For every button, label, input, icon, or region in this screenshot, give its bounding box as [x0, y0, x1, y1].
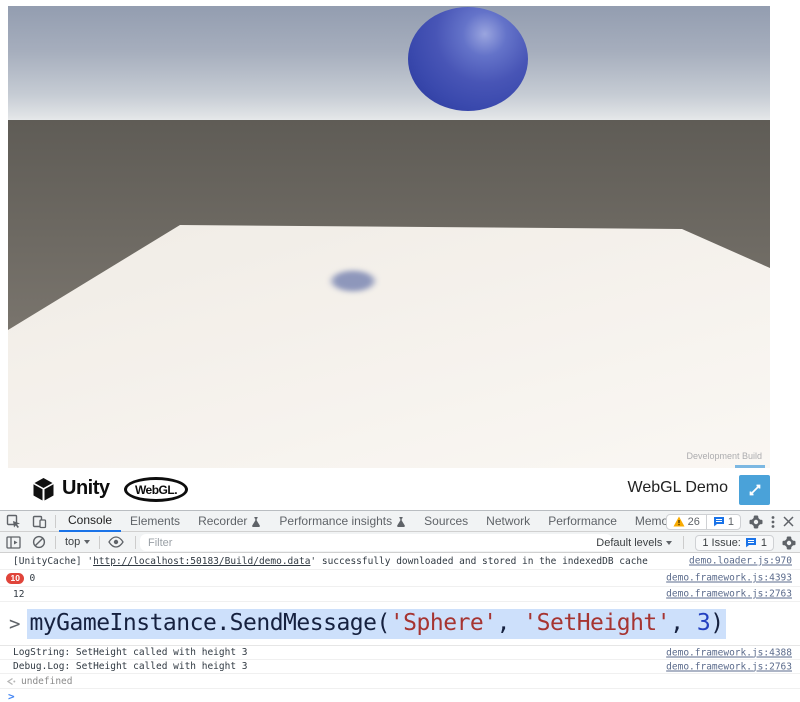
divider: [135, 536, 136, 549]
sphere-shadow: [320, 265, 386, 297]
more-options-icon[interactable]: [771, 515, 775, 529]
devtools-tabbar: Console Elements Recorder Performance in…: [0, 511, 800, 532]
log-row: 10 0 demo.framework.js:4393: [0, 570, 800, 587]
tab-performance-insights[interactable]: Performance insights: [270, 511, 415, 532]
log-text: [UnityCache] 'http://localhost:50183/Bui…: [13, 556, 648, 567]
return-value-icon: [6, 677, 16, 686]
source-link[interactable]: demo.framework.js:4388: [666, 647, 792, 658]
log-text: LogString: SetHeight called with height …: [13, 647, 248, 658]
messages-count-button[interactable]: 1: [706, 515, 740, 529]
clear-console-icon[interactable]: [26, 532, 52, 552]
console-sidebar-icon[interactable]: [0, 532, 26, 552]
issues-button[interactable]: 1 Issue: 1: [695, 535, 774, 551]
command-text: myGameInstance.SendMessage('Sphere', 'Se…: [27, 609, 725, 639]
status-counts: 26 1: [666, 514, 741, 530]
webgl-logo: WebGL.: [124, 477, 188, 502]
warnings-count-button[interactable]: 26: [667, 515, 706, 529]
result-row: undefined: [0, 674, 800, 689]
device-toolbar-icon[interactable]: [26, 511, 52, 531]
log-row: 12 demo.framework.js:2763: [0, 587, 800, 602]
console-settings-gear-icon[interactable]: [782, 536, 796, 550]
unity-canvas[interactable]: Development Build: [8, 6, 770, 468]
tab-elements[interactable]: Elements: [121, 511, 189, 532]
fullscreen-icon: [747, 482, 763, 498]
chevron-down-icon: [666, 541, 672, 545]
divider: [55, 536, 56, 549]
experiment-icon: [396, 516, 406, 527]
console-log: [UnityCache] 'http://localhost:50183/Bui…: [0, 553, 800, 702]
evaluated-command-row[interactable]: > myGameInstance.SendMessage('Sphere', '…: [0, 602, 800, 646]
unity-footer: Unity WebGL. WebGL Demo: [8, 468, 770, 510]
devtools-panel: Console Elements Recorder Performance in…: [0, 510, 800, 702]
command-prompt-chevron: >: [9, 613, 20, 635]
filter-input[interactable]: [140, 534, 612, 551]
source-link[interactable]: demo.framework.js:4393: [666, 573, 792, 584]
log-text: 0: [29, 573, 35, 584]
tab-recorder[interactable]: Recorder: [189, 511, 270, 532]
source-link[interactable]: demo.loader.js:970: [689, 556, 792, 567]
page: Development Build Unity WebGL. WebGL Dem…: [0, 0, 800, 702]
divider: [99, 536, 100, 549]
unity-brand-text: Unity: [62, 477, 110, 500]
source-link[interactable]: demo.framework.js:2763: [666, 589, 792, 600]
error-count-badge: 10: [6, 573, 24, 584]
tab-sources[interactable]: Sources: [415, 511, 477, 532]
log-row: [UnityCache] 'http://localhost:50183/Bui…: [0, 553, 800, 570]
console-toolbar: top Default levels 1 Issue: 1: [0, 532, 800, 553]
console-input-row[interactable]: >: [0, 689, 800, 702]
chevron-down-icon: [84, 540, 90, 544]
fullscreen-button[interactable]: [739, 475, 770, 505]
divider: [55, 515, 56, 528]
settings-gear-icon[interactable]: [749, 515, 763, 529]
development-build-watermark: Development Build: [686, 451, 762, 461]
tab-console[interactable]: Console: [59, 511, 121, 532]
log-levels-selector[interactable]: Default levels: [596, 537, 672, 549]
tab-performance[interactable]: Performance: [539, 511, 626, 532]
close-icon[interactable]: [783, 516, 794, 527]
input-prompt-chevron: >: [8, 690, 15, 702]
message-bubble-icon: [713, 516, 725, 527]
sky-background: [8, 6, 770, 120]
unity-logo-icon: [30, 476, 57, 503]
tab-network[interactable]: Network: [477, 511, 539, 532]
log-text: Debug.Log: SetHeight called with height …: [13, 661, 248, 672]
result-text: undefined: [21, 676, 72, 687]
log-row: LogString: SetHeight called with height …: [0, 646, 800, 660]
experiment-icon: [251, 516, 261, 527]
page-title: WebGL Demo: [628, 479, 728, 497]
divider: [683, 536, 684, 549]
live-expression-eye-icon[interactable]: [103, 532, 129, 552]
inspect-element-icon[interactable]: [0, 511, 26, 531]
source-link[interactable]: demo.framework.js:2763: [666, 661, 792, 672]
url-link[interactable]: http://localhost:50183/Build/demo.data: [93, 556, 310, 567]
issue-bubble-icon: [745, 537, 757, 548]
warning-icon: [673, 516, 685, 527]
log-row: Debug.Log: SetHeight called with height …: [0, 660, 800, 674]
log-text: 12: [13, 589, 24, 600]
blue-sphere: [408, 7, 528, 111]
context-selector[interactable]: top: [59, 536, 96, 548]
